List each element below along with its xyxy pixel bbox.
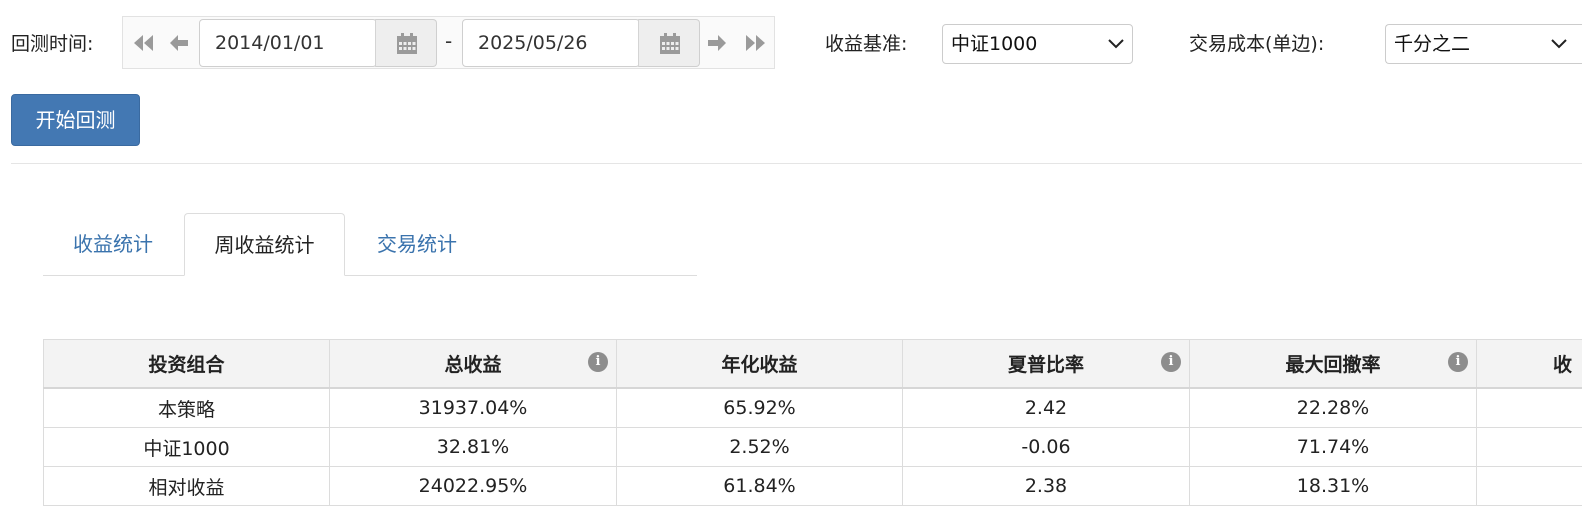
cell-total-return: 24022.95% <box>329 466 617 506</box>
info-icon[interactable]: i <box>1448 352 1468 372</box>
stats-table: 投资组合 总收益 i 年化收益 夏普比率 i 最大回撤率 i 收 本策略 319… <box>43 339 1582 506</box>
info-icon[interactable]: i <box>1161 352 1181 372</box>
benchmark-select[interactable]: 中证1000 <box>942 24 1133 64</box>
end-date-input[interactable]: 2025/05/26 <box>462 19 640 67</box>
jump-last-icon[interactable] <box>743 33 767 58</box>
date-separator: - <box>445 29 453 53</box>
cell-annualized-return: 65.92% <box>616 387 903 428</box>
cell-truncated <box>1476 387 1582 428</box>
tab-return-stats[interactable]: 收益统计 <box>43 213 183 276</box>
cell-portfolio: 中证1000 <box>43 427 330 467</box>
start-date-input[interactable]: 2014/01/01 <box>199 19 377 67</box>
chevron-down-icon <box>1108 39 1124 49</box>
jump-first-icon[interactable] <box>132 33 156 58</box>
trading-cost-select[interactable]: 千分之二 <box>1385 24 1582 64</box>
cell-sharpe-ratio: -0.06 <box>902 427 1190 467</box>
cell-max-drawdown: 18.31% <box>1189 466 1477 506</box>
benchmark-label: 收益基准: <box>825 33 908 55</box>
header-truncated-column: 收 <box>1476 339 1582 389</box>
backtest-page: 回测时间: 2014/01/01 - 2025/05/26 收益基准: 中证10… <box>0 0 1582 524</box>
header-portfolio: 投资组合 <box>43 339 330 389</box>
tab-weekly-return-stats[interactable]: 周收益统计 <box>184 213 345 276</box>
start-backtest-button[interactable]: 开始回测 <box>11 94 140 146</box>
info-icon[interactable]: i <box>588 352 608 372</box>
end-date-calendar-button[interactable] <box>638 19 700 67</box>
cell-annualized-return: 61.84% <box>616 466 903 506</box>
cell-truncated <box>1476 427 1582 467</box>
tab-trade-stats[interactable]: 交易统计 <box>345 213 489 276</box>
cell-max-drawdown: 71.74% <box>1189 427 1477 467</box>
cell-portfolio: 相对收益 <box>43 466 330 506</box>
benchmark-selected-value: 中证1000 <box>951 33 1038 55</box>
table-row: 中证1000 32.81% 2.52% -0.06 71.74% <box>43 427 1582 467</box>
cell-total-return: 31937.04% <box>329 387 617 428</box>
arrow-left-icon[interactable] <box>168 33 190 58</box>
trading-cost-selected-value: 千分之二 <box>1394 33 1471 55</box>
trading-cost-label: 交易成本(单边): <box>1189 33 1325 55</box>
table-row: 相对收益 24022.95% 61.84% 2.38 18.31% <box>43 466 1582 506</box>
cell-sharpe-ratio: 2.38 <box>902 466 1190 506</box>
cell-sharpe-ratio: 2.42 <box>902 387 1190 428</box>
cell-portfolio: 本策略 <box>43 387 330 428</box>
start-date-calendar-button[interactable] <box>375 19 437 67</box>
backtest-range-label: 回测时间: <box>11 33 94 55</box>
arrow-right-icon[interactable] <box>706 33 728 58</box>
header-total-return: 总收益 i <box>329 339 617 389</box>
cell-max-drawdown: 22.28% <box>1189 387 1477 428</box>
calendar-icon <box>397 33 417 54</box>
chevron-down-icon <box>1551 39 1567 49</box>
table-header-row: 投资组合 总收益 i 年化收益 夏普比率 i 最大回撤率 i 收 <box>43 339 1582 389</box>
table-row: 本策略 31937.04% 65.92% 2.42 22.28% <box>43 387 1582 428</box>
header-max-drawdown: 最大回撤率 i <box>1189 339 1477 389</box>
cell-truncated <box>1476 466 1582 506</box>
divider <box>11 163 1582 164</box>
cell-annualized-return: 2.52% <box>616 427 903 467</box>
calendar-icon <box>660 33 680 54</box>
cell-total-return: 32.81% <box>329 427 617 467</box>
header-sharpe-ratio: 夏普比率 i <box>902 339 1190 389</box>
header-annualized-return: 年化收益 <box>616 339 903 389</box>
